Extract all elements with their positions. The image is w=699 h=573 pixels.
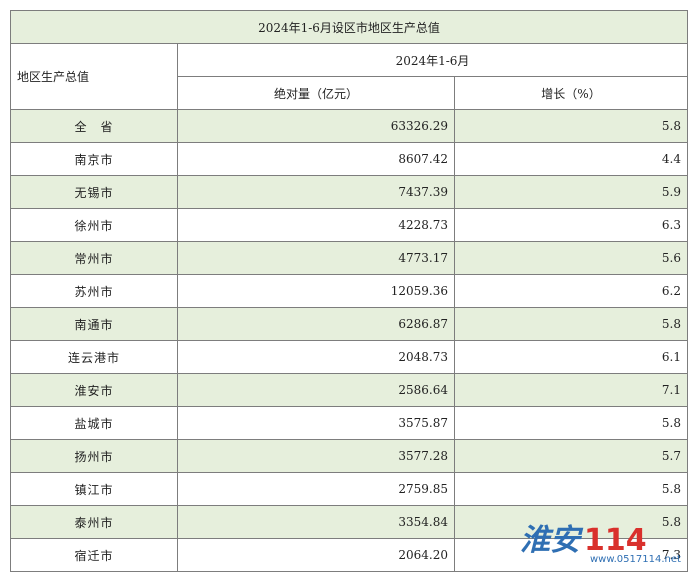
table-row: 镇江市 2759.85 5.8 — [10, 472, 689, 506]
absolute-cell: 2064.20 — [177, 538, 455, 572]
absolute-cell: 3575.87 — [177, 406, 455, 440]
absolute-cell: 3577.28 — [177, 439, 455, 473]
table-row: 扬州市 3577.28 5.7 — [10, 439, 689, 473]
table-row: 淮安市 2586.64 7.1 — [10, 373, 689, 407]
region-cell: 南通市 — [10, 307, 178, 341]
absolute-cell: 12059.36 — [177, 274, 455, 308]
absolute-cell: 2048.73 — [177, 340, 455, 374]
region-cell: 无锡市 — [10, 175, 178, 209]
region-cell: 泰州市 — [10, 505, 178, 539]
absolute-cell: 2759.85 — [177, 472, 455, 506]
watermark-number: 114 — [584, 523, 647, 558]
growth-cell: 6.2 — [453, 274, 689, 308]
region-cell: 盐城市 — [10, 406, 178, 440]
region-cell: 淮安市 — [10, 373, 178, 407]
growth-cell: 5.8 — [453, 406, 689, 440]
region-cell: 扬州市 — [10, 439, 178, 473]
region-cell: 苏州市 — [10, 274, 178, 308]
table-row: 南通市 6286.87 5.8 — [10, 307, 689, 341]
column-header-growth: 增长（%） — [453, 76, 689, 110]
growth-cell: 5.8 — [453, 307, 689, 341]
growth-cell: 4.4 — [453, 142, 689, 176]
growth-cell: 5.9 — [453, 175, 689, 209]
region-cell: 南京市 — [10, 142, 178, 176]
absolute-cell: 4773.17 — [177, 241, 455, 275]
growth-cell: 5.8 — [453, 472, 689, 506]
period-header: 2024年1-6月 — [176, 43, 689, 77]
growth-cell: 6.3 — [453, 208, 689, 242]
growth-cell: 5.6 — [453, 241, 689, 275]
region-cell: 徐州市 — [10, 208, 178, 242]
table-row: 盐城市 3575.87 5.8 — [10, 406, 689, 440]
growth-cell: 5.7 — [453, 439, 689, 473]
absolute-cell: 8607.42 — [177, 142, 455, 176]
region-cell: 宿迁市 — [10, 538, 178, 572]
absolute-cell: 3354.84 — [177, 505, 455, 539]
table-row: 无锡市 7437.39 5.9 — [10, 175, 689, 209]
absolute-cell: 63326.29 — [177, 109, 455, 143]
absolute-cell: 4228.73 — [177, 208, 455, 242]
watermark-url: www.0517114.net — [590, 554, 681, 565]
watermark-name: 淮安 — [520, 523, 580, 558]
row-header-label: 地区生产总值 — [10, 43, 178, 110]
table-row: 南京市 8607.42 4.4 — [10, 142, 689, 176]
table-row: 苏州市 12059.36 6.2 — [10, 274, 689, 308]
gdp-table: 2024年1-6月设区市地区生产总值 地区生产总值 2024年1-6月 绝对量（… — [9, 10, 689, 572]
table-row: 徐州市 4228.73 6.3 — [10, 208, 689, 242]
growth-cell: 7.1 — [453, 373, 689, 407]
absolute-cell: 6286.87 — [177, 307, 455, 341]
column-header-absolute: 绝对量（亿元） — [177, 76, 455, 110]
table-row: 连云港市 2048.73 6.1 — [10, 340, 689, 374]
growth-cell: 6.1 — [453, 340, 689, 374]
growth-cell: 5.8 — [453, 109, 689, 143]
absolute-cell: 7437.39 — [177, 175, 455, 209]
absolute-cell: 2586.64 — [177, 373, 455, 407]
table-title: 2024年1-6月设区市地区生产总值 — [9, 10, 689, 44]
region-cell: 全 省 — [10, 109, 178, 143]
table-body: 全 省 63326.29 5.8 南京市 8607.42 4.4 无锡市 7437.39 5… — [10, 109, 689, 572]
region-cell: 镇江市 — [10, 472, 178, 506]
table-row: 全 省 63326.29 5.8 — [10, 109, 689, 143]
region-cell: 连云港市 — [10, 340, 178, 374]
table-row: 常州市 4773.17 5.6 — [10, 241, 689, 275]
site-watermark: 淮安 114 www.0517114.net — [520, 524, 690, 568]
region-cell: 常州市 — [10, 241, 178, 275]
